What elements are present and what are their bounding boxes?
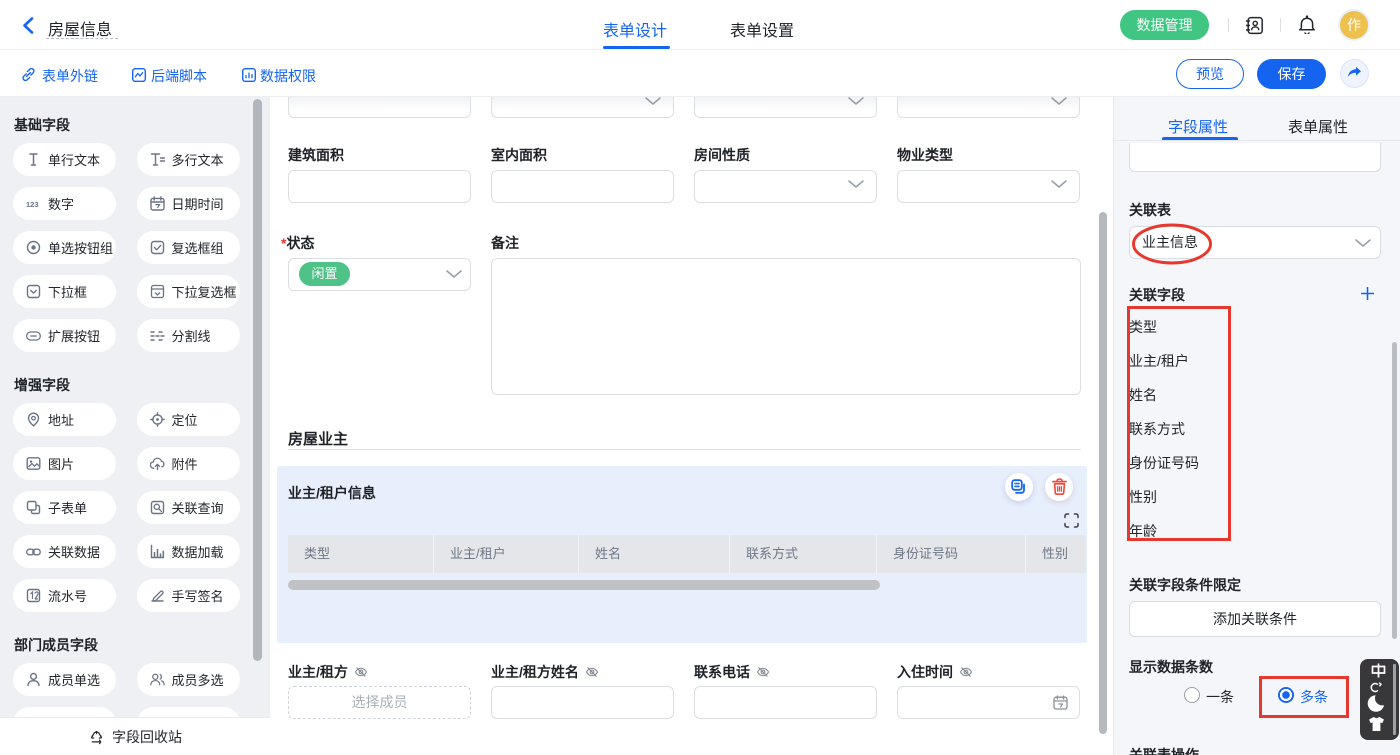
svg-text:123: 123 — [26, 200, 39, 209]
